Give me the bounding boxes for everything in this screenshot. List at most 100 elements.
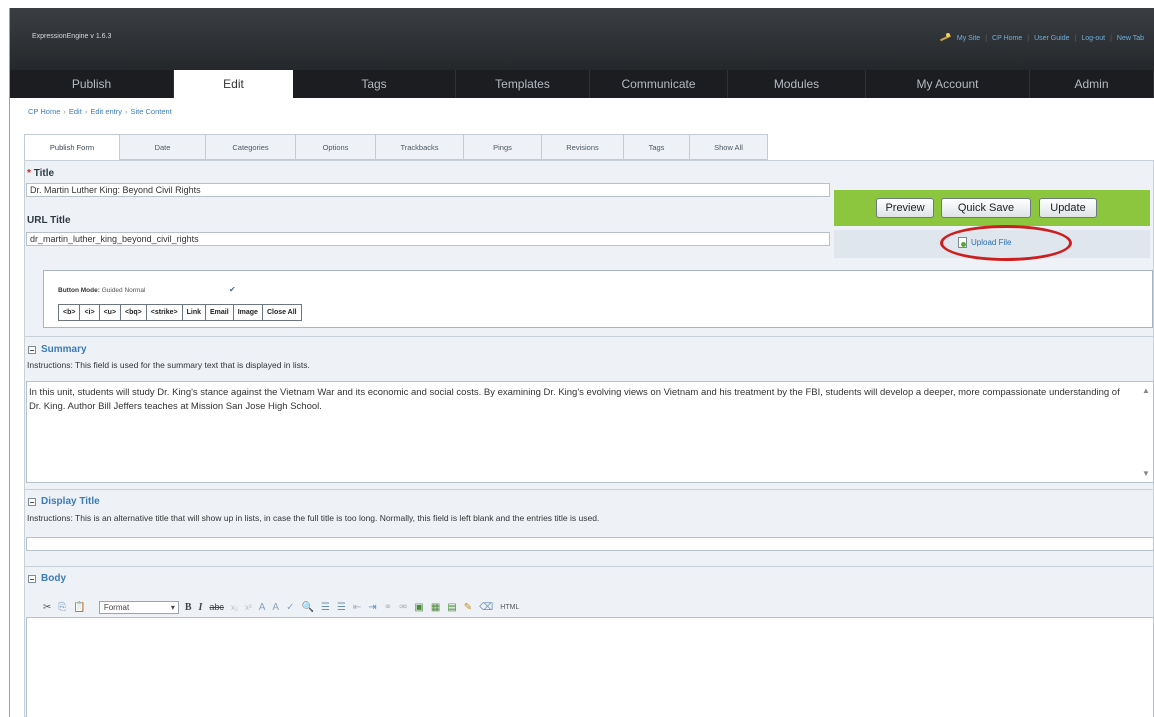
cleanup-icon[interactable]: ✎ — [464, 602, 472, 613]
blockquote-tag-button[interactable]: <bq> — [121, 305, 147, 320]
top-links: My Site | CP Home | User Guide | Log-out | N… — [939, 33, 1144, 43]
subscript-icon[interactable]: x₂ — [231, 603, 238, 612]
app-brand: ExpressionEngine v 1.6.3 — [32, 33, 111, 40]
copy-icon[interactable]: ⎘ — [58, 602, 66, 613]
link-cp-home[interactable]: CP Home — [992, 35, 1022, 42]
subtab-revisions[interactable]: Revisions — [542, 134, 624, 160]
highlight-circle — [940, 225, 1072, 261]
find-replace-icon[interactable]: 🔍 — [301, 602, 313, 613]
display-title-instructions: Instructions: This is an alternative tit… — [27, 513, 600, 523]
strikethrough-icon[interactable]: abc — [209, 602, 224, 612]
formatting-buttons-panel: Button Mode: Guided Normal ✔ <b> <i> <u>… — [43, 270, 1153, 328]
wand-icon — [939, 33, 951, 43]
paste-icon[interactable]: 📋 — [73, 602, 85, 613]
summary-text: In this unit, students will study Dr. Ki… — [29, 387, 1120, 412]
link-log-out[interactable]: Log-out — [1081, 35, 1105, 42]
collapse-icon[interactable]: − — [28, 574, 36, 583]
summary-scrollbar[interactable]: ▲ ▼ — [1139, 382, 1153, 482]
subtab-trackbacks[interactable]: Trackbacks — [376, 134, 464, 160]
tab-templates[interactable]: Templates — [456, 70, 590, 98]
summary-textarea[interactable]: In this unit, students will study Dr. Ki… — [26, 381, 1154, 483]
tab-communicate[interactable]: Communicate — [590, 70, 728, 98]
divider — [24, 489, 1154, 490]
ordered-list-icon[interactable]: ☰ — [321, 602, 330, 613]
html-source-icon[interactable]: HTML — [500, 604, 519, 611]
subtab-date[interactable]: Date — [120, 134, 206, 160]
url-title-label: URL Title — [27, 215, 71, 226]
body-editor-toolbar: ✂ ⎘ 📋 Format B I abc x₂ x² A A ✓ 🔍 ☰ ☰ ⇤… — [43, 599, 526, 615]
email-button[interactable]: Email — [206, 305, 234, 320]
app-version: v 1.6.3 — [90, 33, 112, 40]
link-new-tab[interactable]: New Tab — [1117, 35, 1144, 42]
link-my-site[interactable]: My Site — [957, 35, 980, 42]
preview-button[interactable]: Preview — [876, 198, 934, 218]
bold-tag-button[interactable]: <b> — [59, 305, 81, 320]
link-button[interactable]: Link — [182, 305, 207, 320]
remove-format-icon[interactable]: ⌫ — [479, 602, 493, 613]
crumb-cp-home[interactable]: CP Home — [28, 107, 60, 116]
update-button[interactable]: Update — [1039, 198, 1097, 218]
subtab-show-all[interactable]: Show All — [690, 134, 768, 160]
tab-tags[interactable]: Tags — [293, 70, 456, 98]
subtab-tags[interactable]: Tags — [624, 134, 690, 160]
tab-modules[interactable]: Modules — [728, 70, 866, 98]
cut-icon[interactable]: ✂ — [43, 602, 51, 613]
scroll-down-icon[interactable]: ▼ — [1142, 469, 1150, 478]
text-color-icon[interactable]: A — [259, 602, 266, 613]
quick-save-button[interactable]: Quick Save — [941, 198, 1031, 218]
link-icon[interactable]: ⚭ — [384, 602, 392, 613]
background-color-icon[interactable]: A — [272, 602, 279, 613]
italic-icon[interactable]: I — [199, 602, 203, 613]
button-mode-label: Button Mode: — [58, 287, 100, 294]
strike-tag-button[interactable]: <strike> — [146, 305, 183, 320]
unlink-icon[interactable]: ⚮ — [399, 602, 407, 613]
unordered-list-icon[interactable]: ☰ — [337, 602, 346, 613]
outdent-icon[interactable]: ⇤ — [353, 602, 361, 613]
image-icon[interactable]: ▣ — [414, 602, 423, 613]
button-mode-normal[interactable]: Normal — [124, 287, 145, 294]
format-select[interactable]: Format — [98, 600, 179, 614]
title-input[interactable]: Dr. Martin Luther King: Beyond Civil Rig… — [26, 183, 830, 197]
breadcrumb: CP Home › Edit › Edit entry › Site Content — [28, 107, 172, 116]
tab-publish[interactable]: Publish — [10, 70, 174, 98]
main-nav: Publish Edit Tags Templates Communicate … — [10, 70, 1154, 100]
button-mode-guided[interactable]: Guided — [102, 287, 123, 294]
table-icon[interactable]: ▤ — [447, 602, 456, 613]
subtab-options[interactable]: Options — [296, 134, 376, 160]
url-title-input[interactable]: dr_martin_luther_king_beyond_civil_right… — [26, 232, 830, 246]
app-name: ExpressionEngine — [32, 33, 89, 40]
close-all-button[interactable]: Close All — [262, 305, 301, 320]
format-button-bar: <b> <i> <u> <bq> <strike> Link Email Ima… — [58, 304, 302, 321]
tab-my-account[interactable]: My Account — [866, 70, 1030, 98]
crumb-site-content: Site Content — [130, 107, 172, 116]
tab-edit[interactable]: Edit — [174, 70, 293, 100]
media-icon[interactable]: ▦ — [431, 602, 440, 613]
link-user-guide[interactable]: User Guide — [1034, 35, 1069, 42]
scroll-up-icon[interactable]: ▲ — [1142, 386, 1150, 395]
subtab-publish-form[interactable]: Publish Form — [24, 134, 120, 161]
subtab-categories[interactable]: Categories — [206, 134, 296, 160]
title-label: * Title — [27, 168, 55, 179]
bold-icon[interactable]: B — [185, 602, 192, 613]
underline-tag-button[interactable]: <u> — [99, 305, 122, 320]
italic-tag-button[interactable]: <i> — [80, 305, 100, 320]
body-heading[interactable]: − Body — [28, 573, 66, 584]
divider — [24, 336, 1154, 337]
publish-subtabs: Publish Form Date Categories Options Tra… — [24, 134, 768, 161]
action-buttons-panel: Preview Quick Save Update — [834, 190, 1150, 226]
spellcheck-icon[interactable]: ✔ — [229, 285, 236, 294]
display-title-heading[interactable]: − Display Title — [28, 496, 100, 507]
spellcheck-icon[interactable]: ✓ — [286, 602, 294, 613]
indent-icon[interactable]: ⇥ — [368, 602, 376, 613]
crumb-edit[interactable]: Edit — [69, 107, 82, 116]
collapse-icon[interactable]: − — [28, 497, 36, 506]
tab-admin[interactable]: Admin — [1030, 70, 1154, 98]
button-mode-row: Button Mode: Guided Normal — [58, 287, 145, 294]
collapse-icon[interactable]: − — [28, 345, 36, 354]
superscript-icon[interactable]: x² — [245, 603, 252, 612]
summary-heading[interactable]: − Summary — [28, 344, 87, 355]
subtab-pings[interactable]: Pings — [464, 134, 542, 160]
image-button[interactable]: Image — [233, 305, 263, 320]
display-title-input[interactable] — [26, 537, 1154, 551]
body-editor-area[interactable] — [26, 617, 1154, 717]
